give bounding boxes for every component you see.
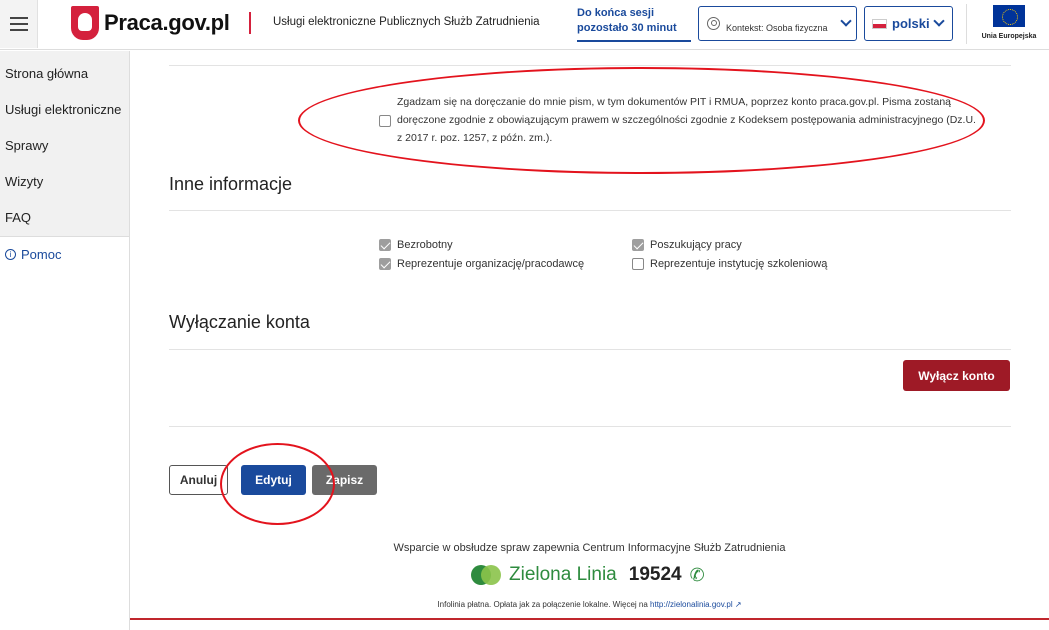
cancel-button[interactable]: Anuluj: [169, 465, 228, 495]
green-line-number: 19524: [628, 564, 682, 585]
context-label: Kontekst: Osoba fizyczna: [726, 22, 828, 33]
green-line-hotline: Zielona Linia 19524 ✆: [471, 564, 705, 586]
sidebar-item-visits[interactable]: Wizyty: [0, 164, 129, 200]
polish-eagle-icon: [71, 6, 99, 40]
checkbox-checked[interactable]: [379, 239, 391, 251]
eu-logo: Unia Europejska: [978, 5, 1040, 40]
main-content: Zgadzam się na doręczanie do mnie pism, …: [130, 51, 1049, 630]
sidebar-item-cases[interactable]: Sprawy: [0, 128, 129, 164]
header-separator: [966, 4, 967, 44]
session-line-1: Do końca sesji: [577, 7, 655, 19]
info-icon: i: [5, 249, 16, 260]
checkbox-unchecked[interactable]: [632, 258, 644, 270]
menu-icon[interactable]: [0, 0, 38, 48]
top-header: Praca.gov.pl Usługi elektroniczne Public…: [0, 0, 1049, 50]
sidebar-item-faq[interactable]: FAQ: [0, 200, 129, 236]
green-line-link[interactable]: http://zielonalinia.gov.pl: [650, 600, 733, 609]
external-link-icon: ↗: [734, 600, 742, 609]
option-label: Reprezentuje organizację/pracodawcę: [397, 258, 585, 270]
chevron-down-icon: [840, 14, 852, 27]
divider: [169, 349, 1011, 350]
eu-flag-icon: [993, 5, 1025, 27]
language-label: polski: [892, 16, 930, 31]
disable-account-button[interactable]: Wyłącz konto: [903, 360, 1010, 391]
help-label: Pomoc: [21, 247, 62, 262]
sidebar-item-help[interactable]: i Pomoc: [0, 247, 129, 262]
green-line-name: Zielona Linia: [509, 564, 617, 585]
green-line-logo-icon: [471, 565, 501, 585]
sidebar-nav: Strona główna Usługi elektroniczne Spraw…: [0, 51, 129, 237]
sidebar-item-services[interactable]: Usługi elektroniczne: [0, 92, 129, 128]
section-title-other-info: Inne informacje: [169, 174, 293, 194]
support-text: Wsparcie w obsłudze spraw zapewnia Centr…: [393, 542, 786, 554]
annotation-circle: [220, 443, 335, 525]
context-dropdown[interactable]: Kontekst: Osoba fizyczna: [698, 6, 857, 41]
phone-icon: ✆: [689, 564, 705, 585]
divider: [169, 65, 1011, 66]
option-unemployed[interactable]: Bezrobotny: [379, 239, 453, 251]
logo-text: Praca.gov.pl: [104, 10, 230, 35]
session-line-2: pozostało 30 minut: [577, 22, 677, 34]
divider: [169, 210, 1011, 211]
option-job-seeker[interactable]: Poszukujący pracy: [632, 239, 742, 251]
checkbox-checked[interactable]: [379, 258, 391, 270]
fine-text: Infolinia płatna. Opłata jak za połączen…: [437, 600, 648, 609]
section-title-account: Wyłączanie konta: [169, 312, 310, 332]
header-divider: [249, 12, 251, 34]
option-label: Bezrobotny: [397, 239, 453, 251]
option-represents-employer[interactable]: Reprezentuje organizację/pracodawcę: [379, 258, 584, 270]
site-logo[interactable]: Praca.gov.pl: [71, 6, 230, 40]
fine-print: Infolinia płatna. Opłata jak za połączen…: [130, 600, 1049, 609]
checkbox-checked[interactable]: [632, 239, 644, 251]
language-dropdown[interactable]: polski: [864, 6, 953, 41]
option-label: Poszukujący pracy: [650, 239, 742, 251]
polish-flag-icon: [872, 18, 887, 29]
user-icon: [707, 17, 720, 30]
header-subtitle: Usługi elektroniczne Publicznych Służb Z…: [273, 16, 540, 28]
divider: [169, 426, 1011, 427]
option-label: Reprezentuje instytucję szkoleniową: [650, 258, 828, 270]
option-represents-training[interactable]: Reprezentuje instytucję szkoleniową: [632, 258, 827, 270]
sidebar-item-home[interactable]: Strona główna: [0, 56, 129, 92]
sidebar: Strona główna Usługi elektroniczne Spraw…: [0, 51, 130, 630]
eu-label: Unia Europejska: [981, 33, 1037, 40]
footer-line: [130, 618, 1049, 620]
session-timer[interactable]: Do końca sesji pozostało 30 minut: [577, 6, 691, 42]
annotation-ellipse: [298, 67, 985, 174]
chevron-down-icon: [932, 14, 945, 27]
